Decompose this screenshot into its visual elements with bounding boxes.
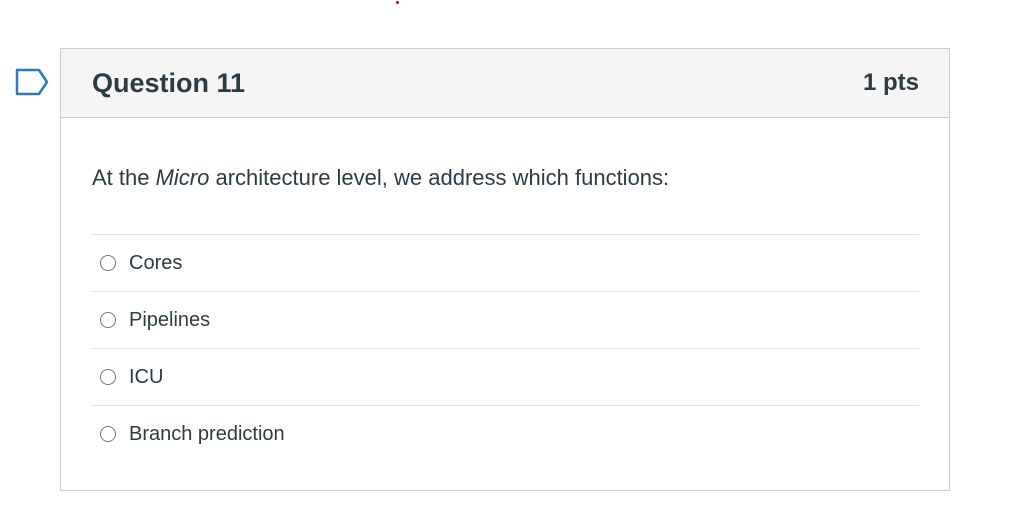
answer-label: Branch prediction bbox=[129, 422, 285, 445]
red-dot-marker bbox=[396, 1, 399, 4]
answer-label: Pipelines bbox=[129, 308, 211, 331]
radio-button[interactable] bbox=[100, 255, 116, 271]
question-text: At the Micro architecture level, we addr… bbox=[92, 164, 919, 192]
answer-label: Cores bbox=[129, 251, 183, 274]
answer-label: ICU bbox=[129, 365, 164, 388]
answer-option-cores[interactable]: Cores bbox=[92, 235, 919, 292]
radio-button[interactable] bbox=[100, 369, 116, 385]
flag-question-icon[interactable] bbox=[15, 68, 49, 96]
radio-button[interactable] bbox=[100, 312, 116, 328]
quiz-page: Question 11 1 pts At the Micro architect… bbox=[0, 0, 1030, 509]
question-body: At the Micro architecture level, we addr… bbox=[61, 118, 949, 462]
question-text-emphasis: Micro bbox=[155, 165, 210, 190]
question-text-after: architecture level, we address which fun… bbox=[209, 165, 670, 190]
answer-option-branch-prediction[interactable]: Branch prediction bbox=[92, 406, 919, 462]
question-header: Question 11 1 pts bbox=[61, 49, 949, 118]
question-card: Question 11 1 pts At the Micro architect… bbox=[60, 48, 950, 491]
radio-button[interactable] bbox=[100, 426, 116, 442]
question-points: 1 pts bbox=[862, 69, 919, 96]
question-title: Question 11 bbox=[92, 67, 246, 98]
answer-list: Cores Pipelines ICU Branch prediction bbox=[92, 234, 919, 462]
question-text-before: At the bbox=[92, 165, 156, 190]
answer-option-icu[interactable]: ICU bbox=[92, 349, 919, 406]
answer-option-pipelines[interactable]: Pipelines bbox=[92, 292, 919, 349]
